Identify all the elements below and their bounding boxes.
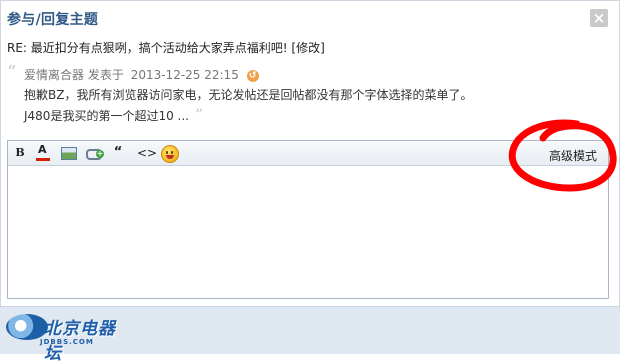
logo-swirl-icon	[6, 314, 48, 340]
close-button[interactable]: ×	[590, 9, 608, 27]
smiley-icon	[161, 145, 179, 163]
site-logo: 北京电器坛 JDBBS.COM	[6, 312, 126, 364]
dialog-title: 参与/回复主题	[7, 12, 99, 28]
advanced-mode-link[interactable]: 高级模式	[549, 147, 597, 164]
font-color-swatch	[36, 158, 50, 161]
quote-open-mark: “	[7, 62, 17, 83]
insert-image-button[interactable]	[61, 144, 77, 162]
image-icon	[61, 147, 77, 160]
thread-title: RE: 最近扣分有点狠咧，搞个活动给大家弄点福利吧! [修改]	[7, 41, 325, 55]
font-color-icon: A	[38, 143, 47, 156]
reply-dialog: 参与/回复主题 × RE: 最近扣分有点狠咧，搞个活动给大家弄点福利吧! [修改…	[0, 0, 620, 353]
quote-button[interactable]: “	[112, 144, 124, 162]
add-icon: +	[96, 149, 104, 158]
quote-header: 爱情离合器 发表于 2013-12-25 22:15 ↺	[24, 66, 259, 83]
reply-textarea[interactable]	[8, 166, 608, 298]
editor-toolbar: B A + “ <> 高级模式	[8, 141, 608, 166]
bold-icon: B	[15, 146, 25, 159]
quote-author: 爱情离合器	[24, 68, 85, 82]
reply-arrow-icon[interactable]: ↺	[246, 69, 259, 82]
insert-link-button[interactable]: +	[86, 144, 104, 162]
quote-text-line-2-text: J480是我买的第一个超过10 ...	[24, 109, 189, 123]
code-button[interactable]: <>	[137, 144, 157, 162]
smiley-button[interactable]	[161, 144, 179, 163]
logo-url: JDBBS.COM	[40, 338, 94, 346]
quote-text-line-1: 抱歉BZ，我所有浏览器访问家电，无论发帖还是回帖都没有那个字体选择的菜单了。	[24, 88, 473, 102]
code-icon: <>	[137, 146, 158, 160]
quote-time: 2013-12-25 22:15	[130, 68, 239, 82]
quote-icon: “	[113, 145, 123, 160]
quote-close-mark: ”	[194, 105, 203, 124]
font-color-button[interactable]: A	[36, 143, 50, 162]
close-icon: ×	[592, 9, 606, 27]
quote-text-line-2: J480是我买的第一个超过10 ... ”	[24, 105, 203, 124]
bold-button[interactable]: B	[14, 144, 26, 162]
reply-editor: B A + “ <> 高级模式	[7, 140, 609, 299]
quote-posted-label: 发表于	[87, 68, 124, 82]
